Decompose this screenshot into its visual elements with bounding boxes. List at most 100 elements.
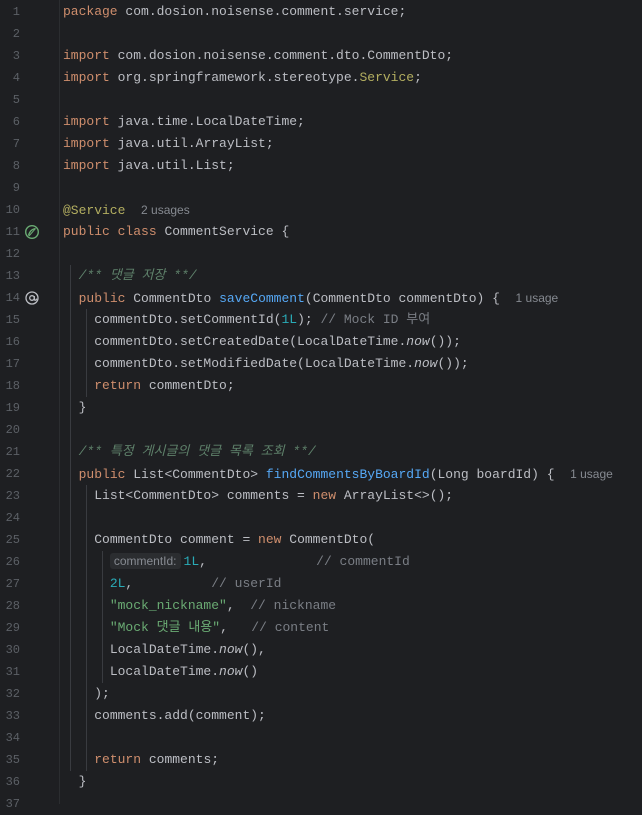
usage-hint[interactable]: 2 usages xyxy=(141,203,190,217)
code-line[interactable]: 4 import org.springframework.stereotype.S… xyxy=(0,67,642,89)
code-line[interactable]: 3 import com.dosion.noisense.comment.dto.… xyxy=(0,45,642,67)
line-number: 35 xyxy=(5,753,20,767)
code-token: // userId xyxy=(211,576,282,591)
code-token: (CommentDto commentDto) { xyxy=(304,291,516,306)
code-token: public class xyxy=(63,224,157,239)
code-token: import xyxy=(63,136,110,151)
code-text: @Service 2 usages xyxy=(63,199,190,222)
code-text: CommentDto comment = new CommentDto( xyxy=(63,529,375,551)
code-line[interactable]: 22 public List<CommentDto> findCommentsB… xyxy=(0,463,642,485)
code-line[interactable]: 31 LocalDateTime.now() xyxy=(0,661,642,683)
code-token: Service xyxy=(359,70,415,85)
code-line[interactable]: 16 commentDto.setCreatedDate(LocalDateTi… xyxy=(0,331,642,353)
code-token: // commentId xyxy=(316,554,410,569)
code-line[interactable]: 20 xyxy=(0,419,642,441)
code-line[interactable]: 12 xyxy=(0,243,642,265)
code-line[interactable]: 36 } xyxy=(0,771,642,793)
code-line[interactable]: 15 commentDto.setCommentId(1L); // Mock … xyxy=(0,309,642,331)
line-number: 31 xyxy=(5,665,20,679)
code-token: new xyxy=(312,488,337,503)
code-line[interactable]: 8 import java.util.List; xyxy=(0,155,642,177)
code-text: LocalDateTime.now() xyxy=(63,661,258,683)
code-token: List<CommentDto> xyxy=(133,467,266,482)
code-line[interactable]: 33 comments.add(comment); xyxy=(0,705,642,727)
line-number: 21 xyxy=(5,445,20,459)
code-text: } xyxy=(63,397,87,419)
code-token: java.time.LocalDateTime; xyxy=(117,114,305,129)
line-number: 32 xyxy=(5,687,20,701)
code-text: import java.util.ArrayList; xyxy=(63,133,274,155)
code-line[interactable]: 6 import java.time.LocalDateTime; xyxy=(0,111,642,133)
code-text: commentDto.setCommentId(1L); // Mock ID … xyxy=(63,309,430,331)
spring-bean-icon[interactable] xyxy=(24,224,40,240)
code-text: List<CommentDto> comments = new ArrayLis… xyxy=(63,485,453,507)
usage-hint[interactable]: 1 usage xyxy=(570,467,613,481)
code-token: "mock_nickname" xyxy=(109,598,227,613)
usage-hint[interactable]: 1 usage xyxy=(516,291,559,305)
code-line[interactable]: 13 /** 댓글 저장 **/ xyxy=(0,265,642,287)
code-token: public xyxy=(78,291,126,306)
code-line[interactable]: 14 public CommentDto saveComment(Comment… xyxy=(0,287,642,309)
code-token: ; xyxy=(414,70,422,85)
line-number: 7 xyxy=(12,137,20,151)
line-number: 14 xyxy=(5,291,20,305)
code-text: return commentDto; xyxy=(63,375,234,397)
code-token: new xyxy=(258,532,282,547)
code-line[interactable]: 19 } xyxy=(0,397,642,419)
code-token: // Mock ID 부여 xyxy=(320,312,431,327)
code-line[interactable]: 23 List<CommentDto> comments = new Array… xyxy=(0,485,642,507)
code-line[interactable]: 35 return comments; xyxy=(0,749,642,771)
code-line[interactable]: 7 import java.util.ArrayList; xyxy=(0,133,642,155)
line-number: 20 xyxy=(5,423,20,437)
code-token: ()); xyxy=(429,334,461,349)
code-token: /** 댓글 저장 **/ xyxy=(78,268,197,283)
code-line[interactable]: 21 /** 특정 게시글의 댓글 목록 조회 **/ xyxy=(0,441,642,463)
line-number: 22 xyxy=(5,467,20,481)
code-token: LocalDateTime. xyxy=(109,642,220,657)
code-line[interactable]: 18 return commentDto; xyxy=(0,375,642,397)
code-line[interactable]: 27 2L, // userId xyxy=(0,573,642,595)
code-line[interactable]: 17 commentDto.setModifiedDate(LocalDateT… xyxy=(0,353,642,375)
code-token: () xyxy=(242,664,259,679)
code-line[interactable]: 9 xyxy=(0,177,642,199)
code-editor[interactable]: 1 package com.dosion.noisense.comment.ser… xyxy=(0,0,642,811)
code-token: now xyxy=(219,664,243,679)
code-token: } xyxy=(78,774,87,789)
line-number: 3 xyxy=(12,49,20,63)
code-line[interactable]: 37 xyxy=(0,793,642,815)
code-token: findCommentsByBoardId xyxy=(265,467,430,482)
code-line[interactable]: 32 ); xyxy=(0,683,642,705)
override-at-icon[interactable] xyxy=(24,290,40,306)
code-token: , xyxy=(220,620,252,635)
code-line[interactable]: 11 public class CommentService { xyxy=(0,221,642,243)
code-text: /** 특정 게시글의 댓글 목록 조회 **/ xyxy=(63,441,316,463)
code-text: import java.time.LocalDateTime; xyxy=(63,111,305,133)
line-number: 25 xyxy=(5,533,20,547)
code-token: now xyxy=(414,356,438,371)
indent-guide xyxy=(86,485,87,771)
code-token: commentDto.setCreatedDate(LocalDateTime. xyxy=(94,334,407,349)
code-token: import xyxy=(63,48,110,63)
code-line[interactable]: 25 CommentDto comment = new CommentDto( xyxy=(0,529,642,551)
code-line[interactable]: 1 package com.dosion.noisense.comment.ser… xyxy=(0,1,642,23)
code-token: 2L xyxy=(109,576,126,591)
line-number: 29 xyxy=(5,621,20,635)
code-line[interactable]: 30 LocalDateTime.now(), xyxy=(0,639,642,661)
code-line[interactable]: 5 xyxy=(0,89,642,111)
code-line[interactable]: 10 @Service 2 usages xyxy=(0,199,642,221)
code-token: comments; xyxy=(148,752,220,767)
code-line[interactable]: 34 xyxy=(0,727,642,749)
code-text: /** 댓글 저장 **/ xyxy=(63,265,197,287)
code-line[interactable]: 26 commentId: 1L, // commentId xyxy=(0,551,642,573)
code-line[interactable]: 29 "Mock 댓글 내용", // content xyxy=(0,617,642,639)
code-token: } xyxy=(78,400,87,415)
code-line[interactable]: 2 xyxy=(0,23,642,45)
code-token: java.util.List; xyxy=(117,158,235,173)
indent-guide xyxy=(70,265,71,771)
code-token: CommentDto( xyxy=(289,532,376,547)
code-text: import org.springframework.stereotype.Se… xyxy=(63,67,422,89)
code-token: com.dosion.noisense.comment.dto.CommentD… xyxy=(117,48,454,63)
code-line[interactable]: 28 "mock_nickname", // nickname xyxy=(0,595,642,617)
code-line[interactable]: 24 xyxy=(0,507,642,529)
code-token: LocalDateTime. xyxy=(109,664,220,679)
